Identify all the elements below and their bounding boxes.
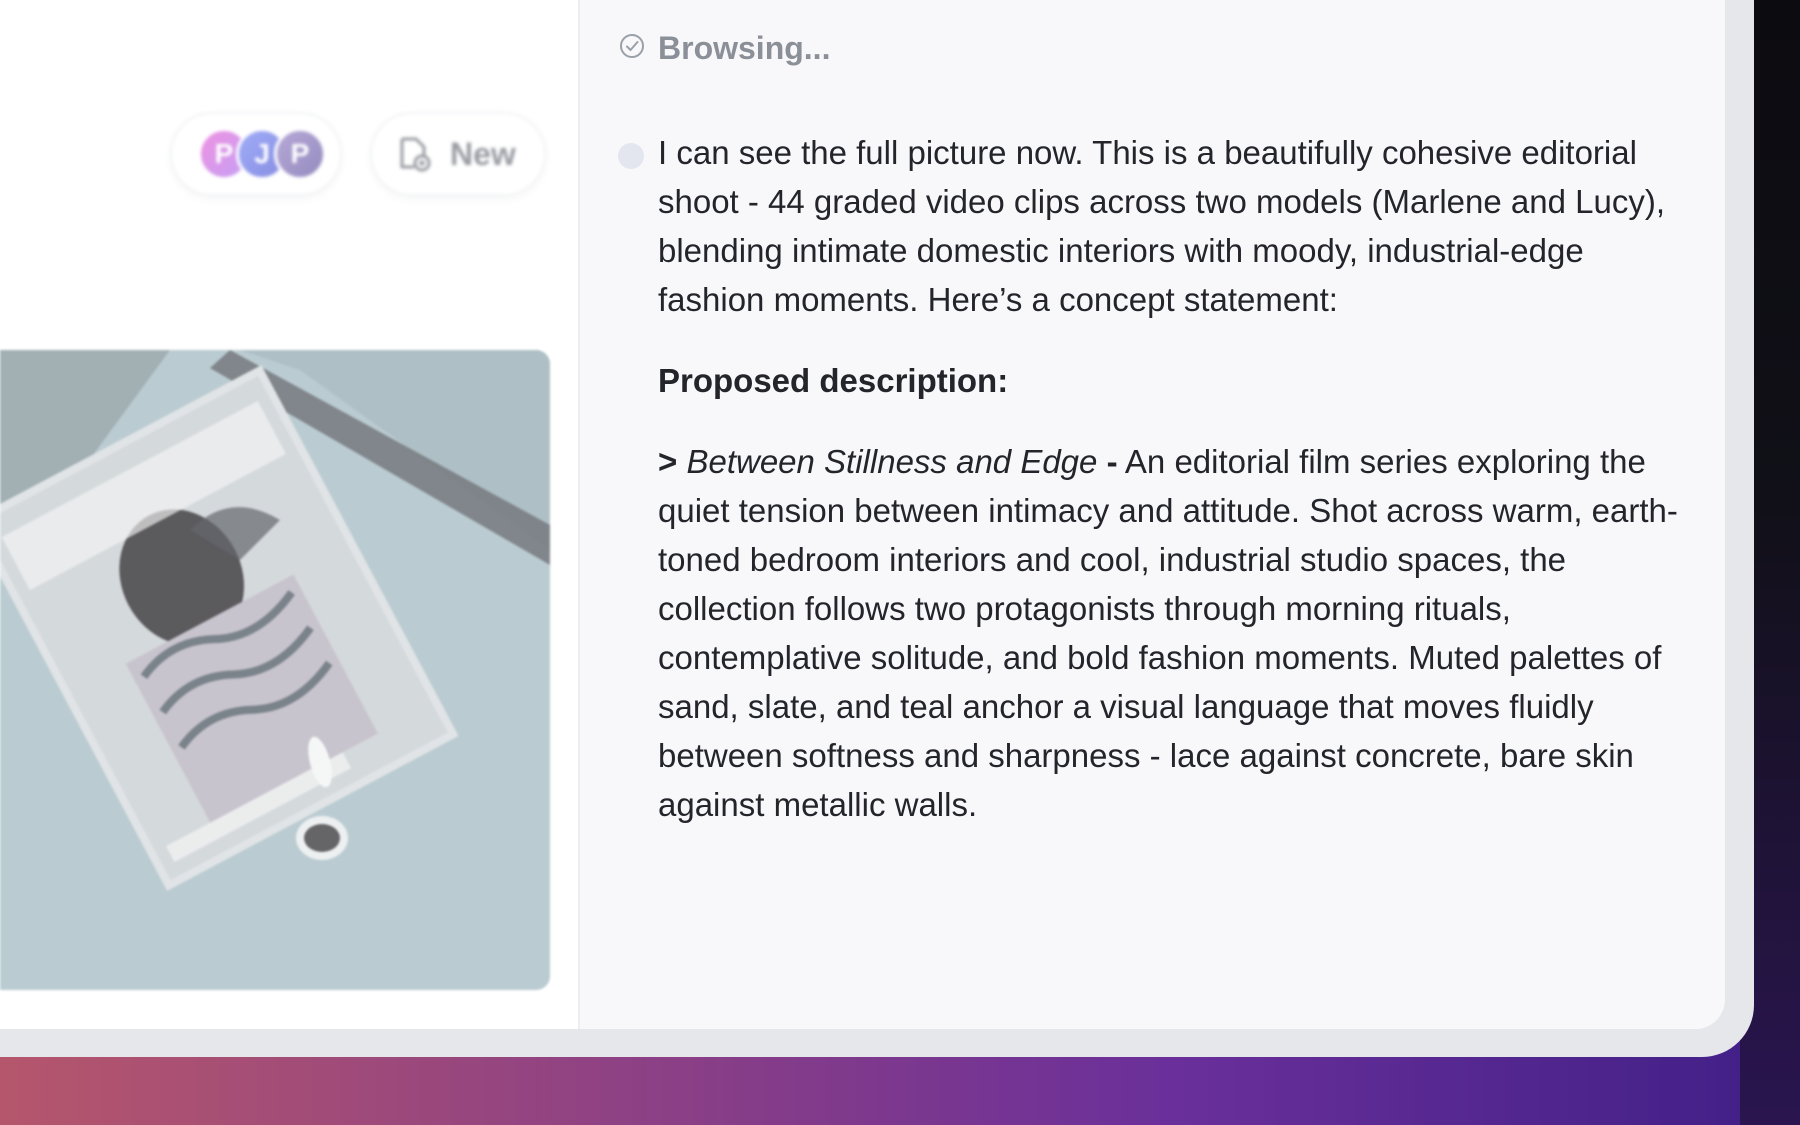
new-document-icon — [396, 135, 432, 173]
top-actions: P J P New — [170, 112, 546, 196]
message-indicator-dot — [618, 143, 644, 169]
status-text: Browsing... — [658, 30, 831, 66]
window-frame: P J P New Browsing... I can see the full… — [0, 0, 1754, 1057]
quote-body: An editorial film series exploring the q… — [658, 443, 1678, 823]
media-thumbnail[interactable] — [0, 350, 550, 990]
new-button-label: New — [450, 135, 516, 172]
app-window: P J P New Browsing... I can see the full… — [0, 0, 1725, 1029]
chat-panel: Browsing... I can see the full picture n… — [580, 0, 1725, 1029]
avatar: P — [274, 128, 326, 180]
quote-marker: > — [658, 443, 678, 480]
quote-title: Between Stillness and Edge — [686, 443, 1098, 480]
browsing-status: Browsing... — [618, 30, 830, 67]
assistant-message: I can see the full picture now. This is … — [658, 128, 1678, 829]
magazine-photo — [0, 350, 550, 990]
check-circle-icon — [618, 32, 646, 65]
collaborators-button[interactable]: P J P — [170, 112, 342, 196]
left-pane: P J P New — [0, 0, 580, 1029]
scroll-fade — [580, 969, 1725, 1029]
proposed-description-quote: > Between Stillness and Edge - An editor… — [658, 437, 1678, 829]
proposed-description-heading: Proposed description: — [658, 362, 1009, 399]
new-button[interactable]: New — [370, 112, 546, 196]
message-intro: I can see the full picture now. This is … — [658, 134, 1665, 318]
quote-dash: - — [1106, 443, 1118, 480]
